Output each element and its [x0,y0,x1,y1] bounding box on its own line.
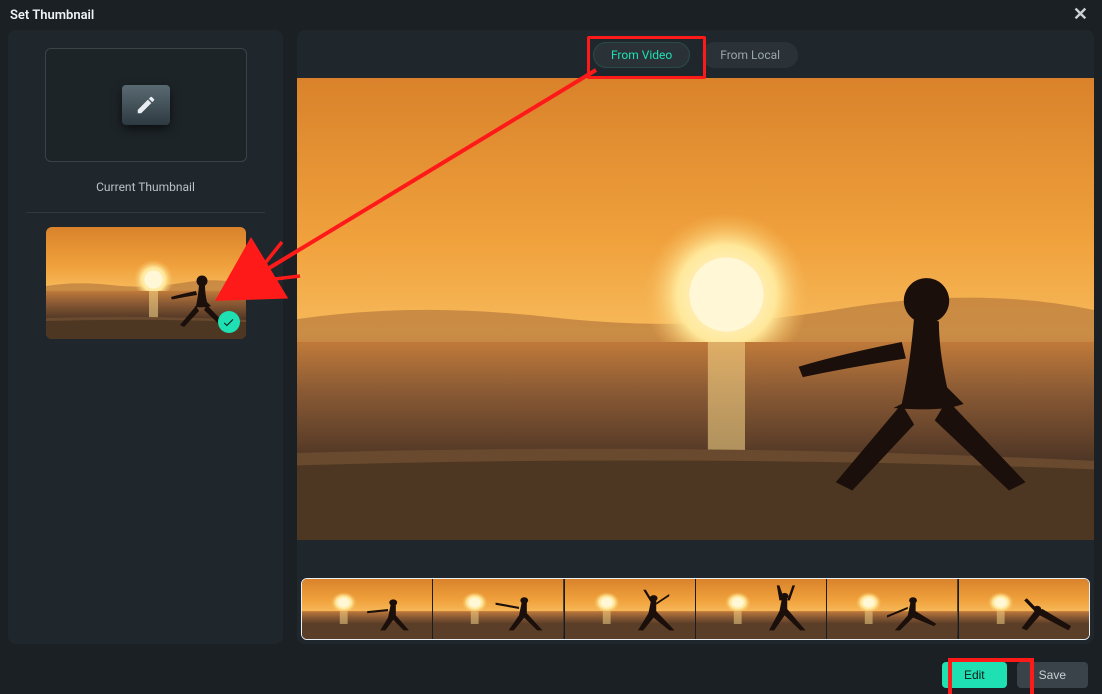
dialog-title: Set Thumbnail [10,8,94,23]
candidate-thumbnail[interactable] [46,227,246,339]
right-panel: From Video From Local [297,30,1094,644]
save-button[interactable]: Save [1017,662,1088,688]
timeline-frame[interactable] [432,579,563,639]
timeline-frame[interactable] [302,579,432,639]
tab-from-video[interactable]: From Video [593,42,690,68]
current-thumbnail-label: Current Thumbnail [96,180,195,194]
edit-button[interactable]: Edit [942,662,1007,688]
timeline-frame[interactable] [826,579,957,639]
pencil-icon [122,85,170,125]
tab-from-local[interactable]: From Local [702,42,798,68]
check-icon [218,311,240,333]
current-thumbnail-slot[interactable] [45,48,247,162]
preview-footer-gap [297,540,1094,562]
divider [26,212,265,213]
timeline-frame[interactable] [695,579,826,639]
close-icon[interactable]: ✕ [1073,6,1088,24]
frame-preview [297,78,1094,540]
left-panel: Current Thumbnail [8,30,283,644]
source-tabs: From Video From Local [297,30,1094,78]
timeline-panel [297,578,1094,644]
dialog-footer: Edit Save [942,662,1088,688]
timeline-scrubber[interactable] [301,578,1090,640]
timeline-frame[interactable] [958,579,1089,639]
timeline-frame[interactable] [564,579,695,639]
